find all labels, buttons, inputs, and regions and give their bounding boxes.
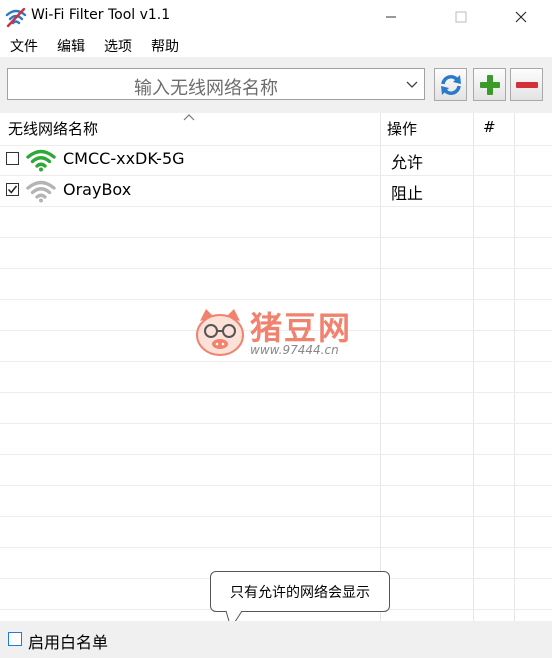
network-action[interactable]: 允许 [391, 149, 423, 173]
grid-line [0, 206, 552, 207]
grid-line [0, 485, 552, 486]
row-checkbox[interactable] [6, 183, 19, 196]
title-bar: Wi-Fi Filter Tool v1.1 [0, 0, 552, 33]
network-name: CMCC-xxDK-5G [63, 149, 185, 168]
network-name: OrayBox [63, 180, 132, 199]
remove-network-button[interactable] [510, 68, 543, 101]
grid-line [0, 392, 552, 393]
close-button[interactable] [498, 0, 544, 33]
wifi-filter-app-icon [5, 7, 27, 28]
plus-icon [479, 74, 500, 95]
sort-ascending-icon [183, 114, 195, 121]
tooltip-text: 只有允许的网络会显示 [230, 585, 370, 601]
minimize-icon [386, 16, 396, 17]
whitelist-label[interactable]: 启用白名单 [28, 629, 108, 653]
watermark-url: www.97444.cn [250, 343, 339, 357]
network-action[interactable]: 阻止 [391, 180, 423, 204]
maximize-button[interactable] [438, 0, 484, 33]
grid-line [0, 547, 552, 548]
grid-line [0, 237, 552, 238]
menu-bar: 文件 编辑 选项 帮助 [0, 33, 552, 57]
menu-edit[interactable]: 编辑 [57, 36, 85, 56]
add-network-button[interactable] [473, 68, 506, 101]
menu-options[interactable]: 选项 [104, 36, 132, 56]
grid-line [0, 299, 552, 300]
refresh-button[interactable] [434, 68, 467, 101]
whitelist-tooltip: 只有允许的网络会显示 [210, 571, 390, 612]
chevron-down-icon[interactable] [404, 76, 420, 92]
whitelist-checkbox[interactable] [8, 632, 22, 646]
row-checkbox[interactable] [6, 152, 19, 165]
list-header: 无线网络名称 操作 # [0, 113, 552, 143]
pig-logo-icon [196, 309, 244, 356]
wifi-signal-weak-icon [26, 180, 56, 203]
column-header-number[interactable]: # [483, 118, 496, 136]
grid-line [0, 268, 552, 269]
table-row[interactable]: OrayBox 阻止 [0, 176, 552, 206]
network-name-placeholder: 输入无线网络名称 [134, 78, 278, 99]
watermark: 猪豆网 www.97444.cn [192, 303, 372, 363]
checkmark-icon [7, 185, 18, 194]
window-title: Wi-Fi Filter Tool v1.1 [31, 7, 171, 23]
menu-help[interactable]: 帮助 [151, 36, 179, 56]
close-icon [515, 11, 527, 22]
wifi-signal-strong-icon [26, 149, 56, 172]
table-row[interactable]: CMCC-xxDK-5G 允许 [0, 145, 552, 175]
network-list[interactable]: 无线网络名称 操作 # CMCC-xxDK-5G 允许 OrayBox 阻止 [0, 113, 552, 621]
footer-bar: 启用白名单 [0, 621, 552, 658]
column-header-action[interactable]: 操作 [387, 118, 417, 139]
menu-file[interactable]: 文件 [10, 36, 38, 56]
maximize-icon [455, 11, 467, 22]
column-header-network-name[interactable]: 无线网络名称 [8, 118, 98, 139]
refresh-icon [440, 74, 461, 95]
minimize-button[interactable] [368, 0, 414, 33]
grid-line [0, 516, 552, 517]
minus-icon [515, 81, 538, 88]
network-name-combobox[interactable]: 输入无线网络名称 [7, 68, 425, 100]
grid-line [0, 454, 552, 455]
grid-line [0, 423, 552, 424]
